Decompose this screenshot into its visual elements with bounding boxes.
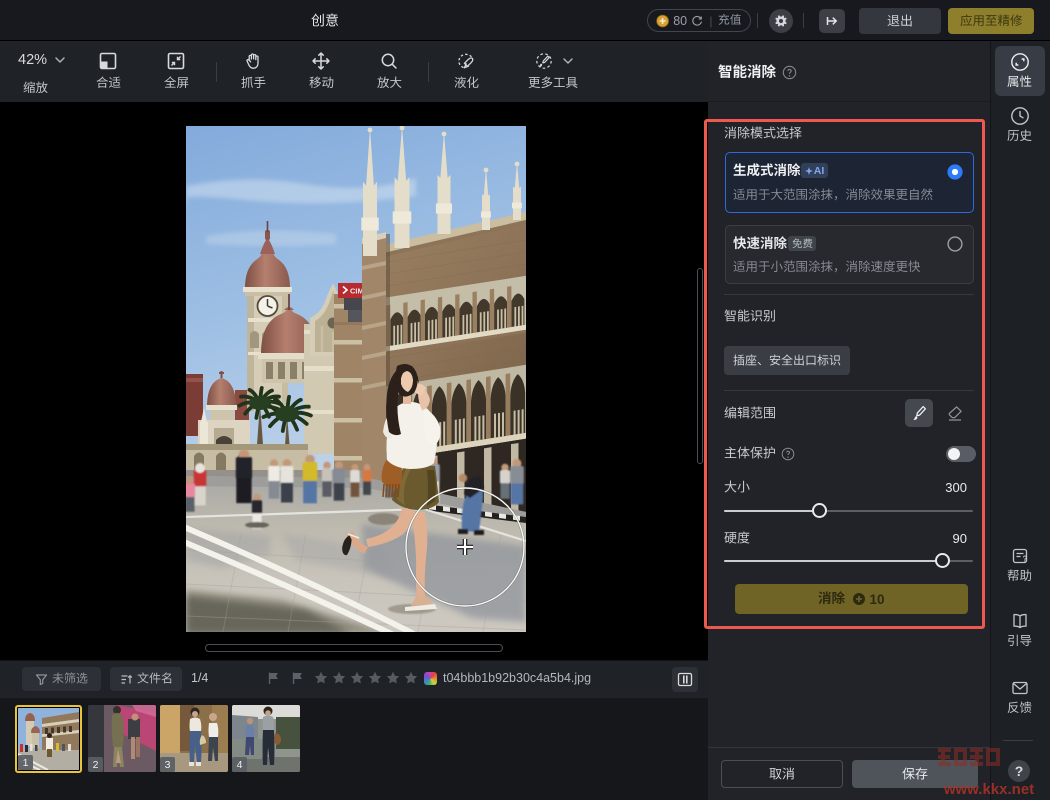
svg-text:www.kkx.net: www.kkx.net <box>943 781 1034 798</box>
svg-text:CIM: CIM <box>350 287 364 296</box>
svg-text:?: ? <box>1023 555 1028 564</box>
